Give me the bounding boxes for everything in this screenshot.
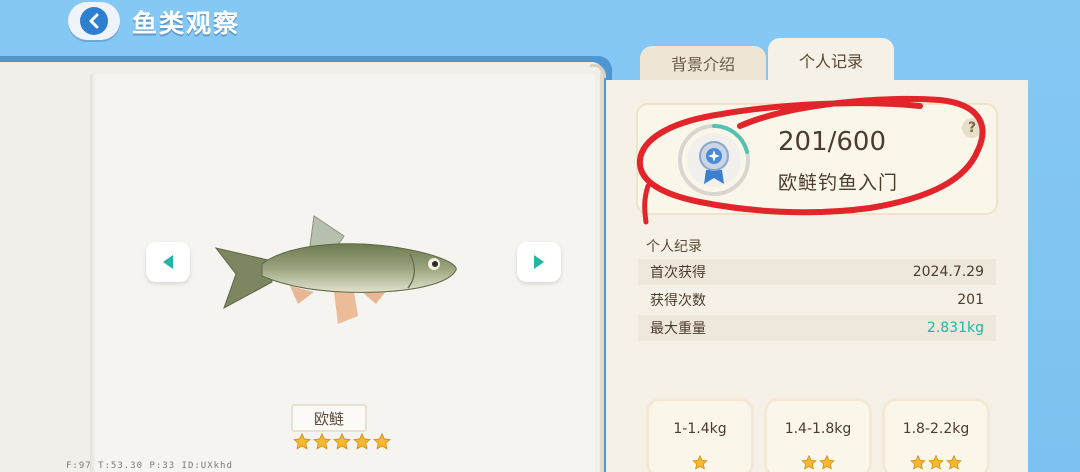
fish-rarity-stars [293,433,391,450]
page-title: 鱼类观察 [132,9,241,38]
achievement-count: 201/600 [778,127,887,157]
back-button[interactable] [68,2,120,40]
star-icon [313,433,331,450]
weight-tier-label: 1.8-2.2kg [902,421,970,437]
tab-personal-record[interactable]: 个人记录 [768,38,894,82]
triangle-left-icon [163,255,173,269]
record-row: 最大重量 2.831kg [638,315,996,341]
weight-tier-card[interactable]: 1.4-1.8kg [764,398,872,472]
record-value: 201 [957,292,984,308]
star-icon [819,455,835,470]
next-fish-button[interactable] [517,242,561,282]
record-label: 首次获得 [650,265,706,281]
fish-image [214,215,457,324]
star-icon [910,455,926,470]
weight-tier-label: 1-1.4kg [673,421,727,437]
triangle-right-icon [534,255,544,269]
question-icon[interactable]: ? [962,118,982,138]
star-icon [692,455,708,470]
record-row: 首次获得 2024.7.29 [638,259,996,285]
debug-text: F:97 T:53.30 P:33 ID:UXkhd [66,461,233,471]
weight-tier-stars [767,455,869,470]
fish-name-label: 欧鲢 [291,404,367,432]
star-icon [293,433,311,450]
record-label: 最大重量 [650,321,706,337]
record-value: 2.831kg [926,320,984,336]
record-row: 获得次数 201 [638,287,996,313]
tab-background[interactable]: 背景介绍 [640,46,766,80]
achievement-title: 欧鲢钓鱼入门 [778,172,899,194]
chevron-left-icon [80,7,108,35]
record-section-title: 个人纪录 [646,239,702,255]
record-value: 2024.7.29 [912,264,984,280]
star-icon [928,455,944,470]
star-icon [946,455,962,470]
star-icon [353,433,371,450]
weight-tier-stars [649,455,751,470]
star-icon [373,433,391,450]
record-label: 获得次数 [650,293,706,309]
weight-tier-label: 1.4-1.8kg [784,421,852,437]
weight-tier-stars [885,455,987,470]
weight-tier-card[interactable]: 1.8-2.2kg [882,398,990,472]
star-icon [801,455,817,470]
medal-icon [678,124,750,196]
star-icon [333,433,351,450]
prev-fish-button[interactable] [146,242,190,282]
weight-tier-card[interactable]: 1-1.4kg [646,398,754,472]
